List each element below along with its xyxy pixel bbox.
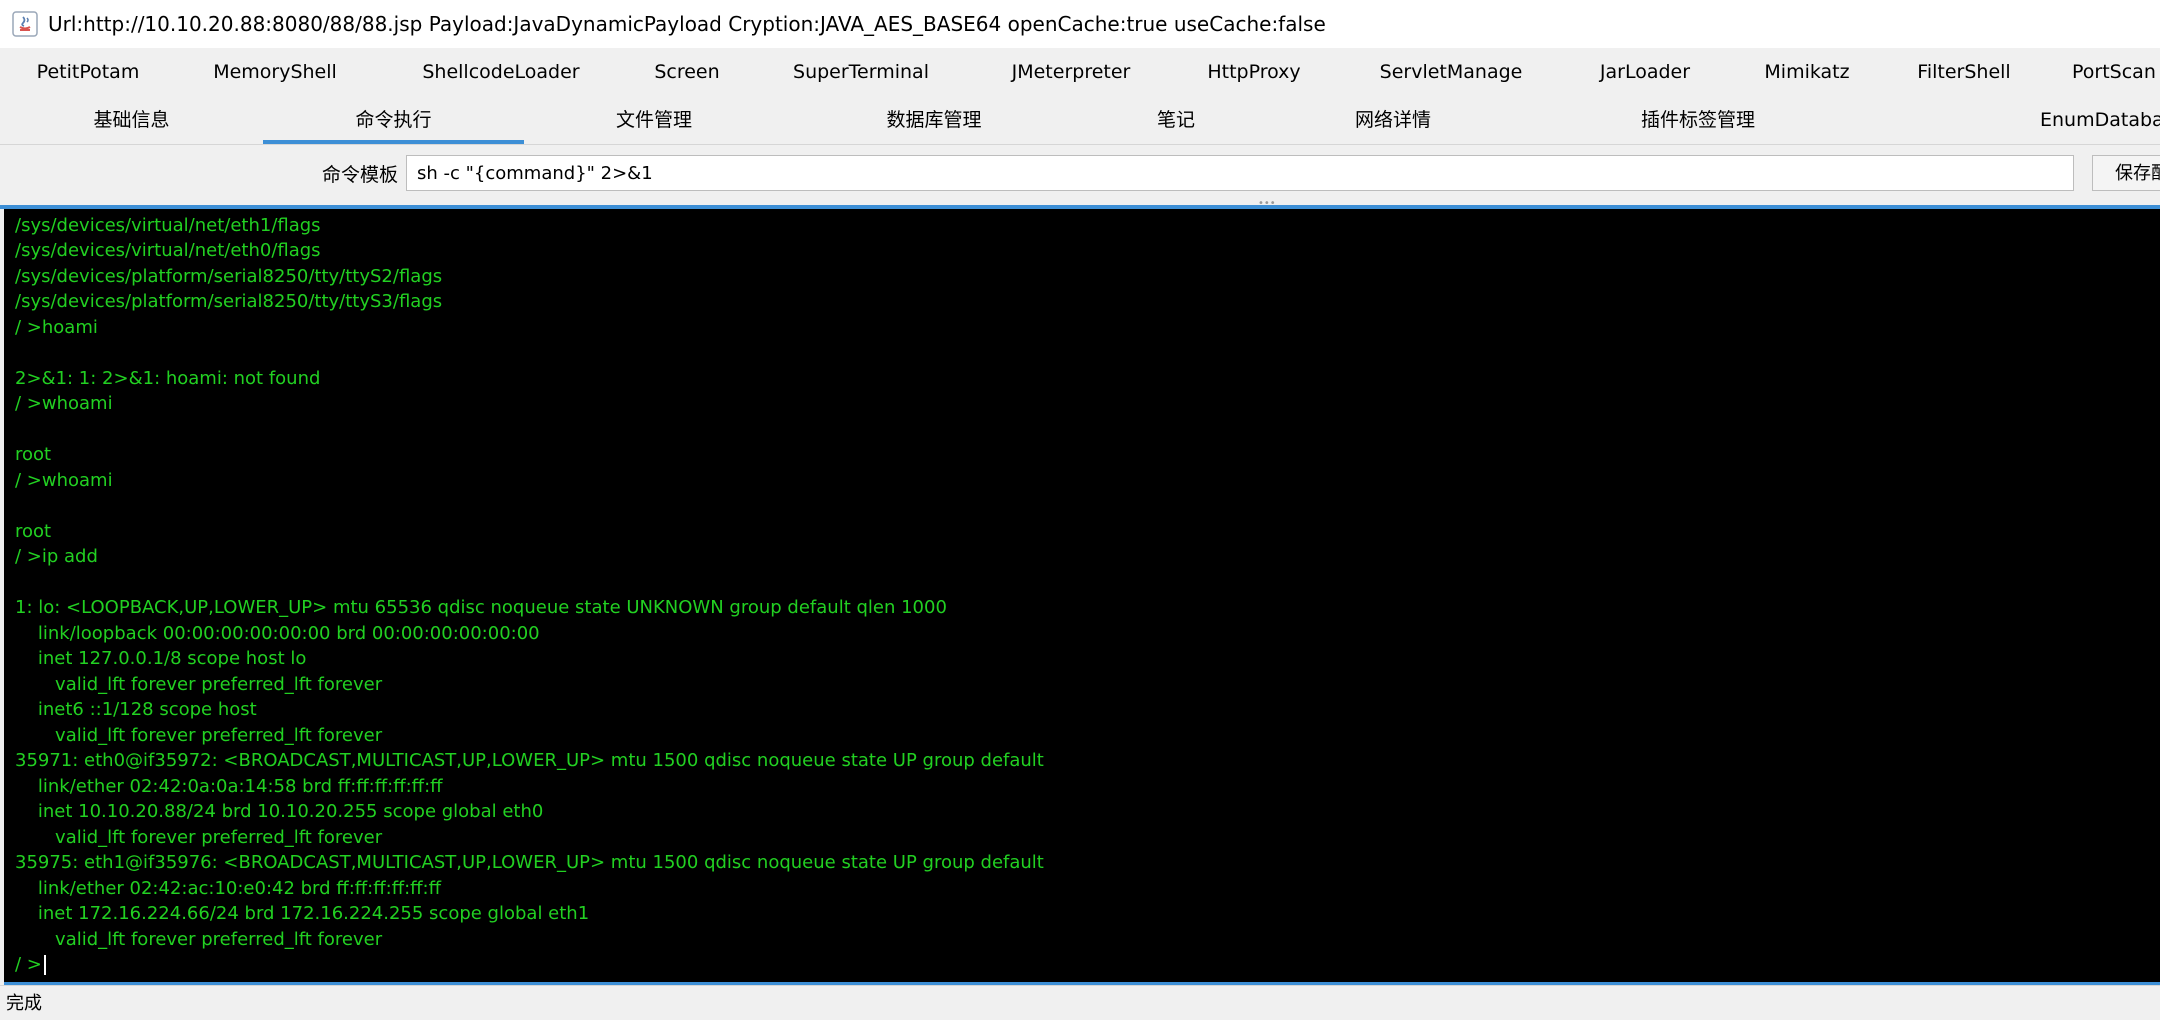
terminal-line: valid_lft forever preferred_lft forever (15, 826, 383, 848)
command-template-input[interactable]: sh -c "{command}" 2>&1 (406, 155, 2074, 191)
terminal-lines: /sys/devices/virtual/net/lo/flags/sys/de… (15, 209, 1044, 978)
terminal-line: / >whoami (15, 393, 113, 414)
terminal-line: /sys/devices/virtual/net/eth0/flags (15, 240, 321, 261)
terminal-line: valid_lft forever preferred_lft forever (15, 724, 383, 746)
terminal-line: / >ip add (15, 546, 98, 567)
tab-network-details[interactable]: 网络详情 (1268, 96, 1518, 144)
tab-superterminal[interactable]: SuperTerminal (780, 48, 942, 96)
tab-notes[interactable]: 笔记 (1084, 96, 1268, 144)
command-template-label: 命令模板 (322, 164, 399, 186)
plugin-tab-bar: PetitPotam MemoryShell ShellcodeLoader S… (0, 48, 2160, 96)
tab-screen[interactable]: Screen (637, 48, 737, 96)
terminal-line: inet 127.0.0.1/8 scope host lo (15, 648, 307, 669)
tab-servletmanage[interactable]: ServletManage (1372, 48, 1530, 96)
terminal-line: valid_lft forever preferred_lft forever (15, 673, 383, 695)
terminal-line: root (15, 444, 52, 465)
terminal-prompt[interactable]: / > (15, 952, 1044, 978)
terminal-line: valid_lft forever preferred_lft forever (15, 928, 383, 950)
window-title: Url:http://10.10.20.88:8080/88/88.jsp Pa… (48, 12, 1326, 36)
terminal-line: link/ether 02:42:0a:0a:14:58 brd ff:ff:f… (15, 775, 443, 797)
terminal-line: /sys/devices/platform/serial8250/tty/tty… (15, 265, 443, 287)
function-tab-bar: 基础信息 命令执行 文件管理 数据库管理 笔记 网络详情 插件标签管理 Enum… (0, 96, 2160, 145)
terminal-line: inet6 ::1/128 scope host (15, 699, 257, 720)
drag-handle-icon[interactable]: ••• (1258, 199, 1278, 209)
terminal-line: / >hoami (15, 316, 98, 338)
terminal-line: link/ether 02:42:ac:10:e0:42 brd ff:ff:f… (15, 877, 442, 899)
terminal-line: /sys/devices/virtual/net/eth1/flags (15, 214, 321, 236)
title-bar: Url:http://10.10.20.88:8080/88/88.jsp Pa… (0, 0, 2160, 49)
tab-portscan[interactable]: PortScan (2072, 48, 2160, 96)
tab-httpproxy[interactable]: HttpProxy (1195, 48, 1313, 96)
tab-command-exec[interactable]: 命令执行 (263, 96, 524, 144)
save-config-button[interactable]: 保存配 (2092, 155, 2160, 191)
terminal-line: /sys/devices/platform/serial8250/tty/tty… (15, 291, 443, 312)
tab-shellcodeloader[interactable]: ShellcodeLoader (410, 48, 592, 96)
command-template-bar: 命令模板 sh -c "{command}" 2>&1 保存配 (0, 145, 2160, 205)
tab-plugin-label-manage[interactable]: 插件标签管理 (1518, 96, 1878, 144)
status-bar: 完成 (0, 985, 2160, 1020)
terminal-line: 35975: eth1@if35976: <BROADCAST,MULTICAS… (15, 852, 1044, 873)
tab-database-manage[interactable]: 数据库管理 (784, 96, 1084, 144)
java-app-icon (12, 11, 38, 37)
tab-petitpotam[interactable]: PetitPotam (18, 48, 158, 96)
terminal-line: root (15, 520, 52, 542)
terminal-output[interactable]: /sys/devices/virtual/net/lo/flags/sys/de… (4, 209, 2160, 985)
terminal-line: link/loopback 00:00:00:00:00:00 brd 00:0… (15, 622, 540, 644)
tab-memoryshell[interactable]: MemoryShell (195, 48, 355, 96)
tab-jarloader[interactable]: JarLoader (1586, 48, 1704, 96)
tab-mimikatz[interactable]: Mimikatz (1752, 48, 1862, 96)
terminal-line: / >whoami (15, 469, 113, 491)
terminal-line: 35971: eth0@if35972: <BROADCAST,MULTICAS… (15, 750, 1044, 771)
tab-file-manage[interactable]: 文件管理 (524, 96, 784, 144)
text-cursor (43, 955, 46, 975)
tab-enumdatabase[interactable]: EnumDatabas (2040, 96, 2160, 144)
app-window: Url:http://10.10.20.88:8080/88/88.jsp Pa… (0, 0, 2160, 1020)
terminal-line: inet 172.16.224.66/24 brd 172.16.224.255… (15, 903, 590, 924)
terminal-line: inet 10.10.20.88/24 brd 10.10.20.255 sco… (15, 801, 544, 822)
tab-filtershell[interactable]: FilterShell (1906, 48, 2022, 96)
tab-basic-info[interactable]: 基础信息 (0, 96, 263, 144)
terminal-line: 1: lo: <LOOPBACK,UP,LOWER_UP> mtu 65536 … (15, 597, 947, 618)
terminal-line: 2>&1: 1: 2>&1: hoami: not found (15, 367, 321, 389)
prompt-text: / > (15, 954, 42, 975)
tab-jmeterpreter[interactable]: JMeterpreter (996, 48, 1146, 96)
